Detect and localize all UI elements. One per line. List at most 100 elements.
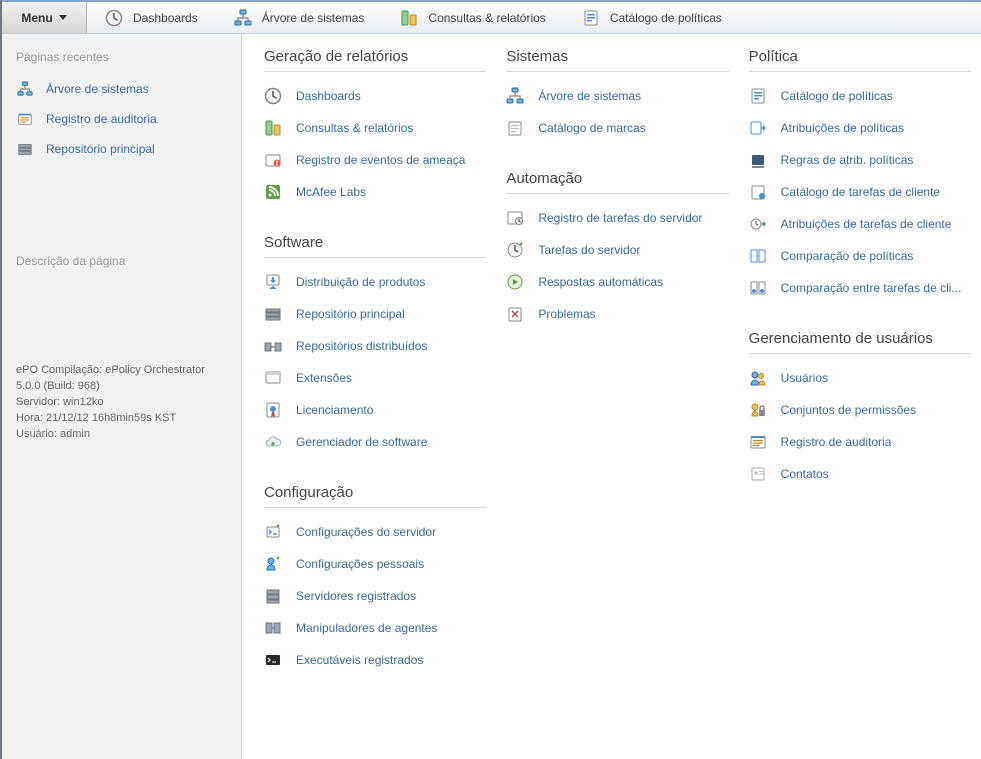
tree-icon <box>234 9 252 27</box>
menu-item-label: Consultas & relatórios <box>296 121 413 135</box>
foot-line: Servidor: win12ko <box>16 395 227 411</box>
menu-item-label: Executáveis registrados <box>296 653 423 667</box>
topbar-link[interactable]: Catálogo de políticas <box>564 2 740 33</box>
problems-icon <box>506 305 524 323</box>
menu-item-label: Atribuições de políticas <box>781 121 904 135</box>
topbar-link[interactable]: Árvore de sistemas <box>216 2 383 33</box>
repo-icon <box>264 305 282 323</box>
menu-item-label: Registro de eventos de ameaça <box>296 153 465 167</box>
menu-item[interactable]: Atribuições de políticas <box>749 112 971 144</box>
menu-item-label: Contatos <box>781 467 829 481</box>
menu-item[interactable]: Respostas automáticas <box>506 266 728 298</box>
menu-item-label: Catálogo de tarefas de cliente <box>781 185 940 199</box>
menu-item[interactable]: McAfee Labs <box>264 176 486 208</box>
taskassign-icon <box>749 215 767 233</box>
tree-icon <box>16 81 34 97</box>
menu-item[interactable]: Configurações do servidor <box>264 516 486 548</box>
recent-link[interactable]: Repositório principal <box>16 134 227 164</box>
menu-item[interactable]: Extensões <box>264 362 486 394</box>
audit-icon <box>749 433 767 451</box>
section: PolíticaCatálogo de políticasAtribuições… <box>749 48 971 304</box>
menu-item[interactable]: Licenciamento <box>264 394 486 426</box>
menu-item[interactable]: Manipuladores de agentes <box>264 612 486 644</box>
menu-item-label: Catálogo de marcas <box>538 121 645 135</box>
menu-item[interactable]: Comparação de políticas <box>749 240 971 272</box>
audit-icon <box>16 111 34 127</box>
menu-item[interactable]: Atribuições de tarefas de cliente <box>749 208 971 240</box>
menu-item[interactable]: Consultas & relatórios <box>264 112 486 144</box>
section: Software Distribuição de produtos Repositó… <box>264 234 486 458</box>
reports-icon <box>400 9 418 27</box>
policy-icon <box>582 9 600 27</box>
recent-link-label: Repositório principal <box>46 142 155 156</box>
taskcat-icon <box>749 183 767 201</box>
section: Geração de relatóriosDashboardsConsultas… <box>264 48 486 208</box>
menu-item-label: Usuários <box>781 371 828 385</box>
menu-item-label: Comparação de políticas <box>781 249 914 263</box>
menu-item-label: Manipuladores de agentes <box>296 621 437 635</box>
menu-item[interactable]: Árvore de sistemas <box>506 80 728 112</box>
topbar-links: Dashboards Árvore de sistemas Consultas & … <box>87 2 740 33</box>
section-title: Configuração <box>264 484 486 508</box>
menu-item[interactable]: Registro de tarefas do servidor <box>506 202 728 234</box>
menu-item[interactable]: Registro de eventos de ameaça <box>264 144 486 176</box>
menu-item[interactable]: Comparação entre tarefas de cli... <box>749 272 971 304</box>
users-icon <box>749 369 767 387</box>
topbar: Menu Dashboards Árvore de sistemas Consult… <box>2 0 981 34</box>
menu-item-label: McAfee Labs <box>296 185 366 199</box>
recent-heading: Páginas recentes <box>16 50 227 64</box>
foot-line: Hora: 21/12/12 16h8min59s KST <box>16 411 227 427</box>
topbar-link[interactable]: Consultas & relatórios <box>382 2 563 33</box>
menu-item[interactable]: Dashboards <box>264 80 486 112</box>
menu-item[interactable]: Repositório principal <box>264 298 486 330</box>
menu-item[interactable]: Gerenciador de software <box>264 426 486 458</box>
menu-item-label: Comparação entre tarefas de cli... <box>781 281 962 295</box>
menu-item[interactable]: Catálogo de políticas <box>749 80 971 112</box>
exec-icon <box>264 651 282 669</box>
tree-icon <box>506 87 524 105</box>
section-title: Automação <box>506 170 728 194</box>
menu-item[interactable]: Conjuntos de permissões <box>749 394 971 426</box>
menu-item-label: Conjuntos de permissões <box>781 403 916 417</box>
topbar-link[interactable]: Dashboards <box>87 2 216 33</box>
chevron-down-icon <box>59 15 67 20</box>
ext-icon <box>264 369 282 387</box>
section-title: Gerenciamento de usuários <box>749 330 971 354</box>
topbar-link-label: Árvore de sistemas <box>262 11 365 25</box>
menu-item[interactable]: Problemas <box>506 298 728 330</box>
menu-item[interactable]: Regras de atrib. políticas <box>749 144 971 176</box>
menu-item[interactable]: Tarefas do servidor <box>506 234 728 266</box>
menu-item[interactable]: Repositórios distribuídos <box>264 330 486 362</box>
menu-item-label: Árvore de sistemas <box>538 89 641 103</box>
menu-item-label: Repositório principal <box>296 307 405 321</box>
section-title: Sistemas <box>506 48 728 72</box>
menu-item-label: Gerenciador de software <box>296 435 427 449</box>
menu-item[interactable]: Configurações pessoais <box>264 548 486 580</box>
menu-item[interactable]: Executáveis registrados <box>264 644 486 676</box>
recent-link-label: Árvore de sistemas <box>46 82 149 96</box>
contacts-icon <box>749 465 767 483</box>
menu-item[interactable]: Servidores registrados <box>264 580 486 612</box>
menu-item[interactable]: Catálogo de marcas <box>506 112 728 144</box>
recent-link[interactable]: Registro de auditoria <box>16 104 227 134</box>
taskcompare-icon <box>749 279 767 297</box>
section-title: Software <box>264 234 486 258</box>
menu-item[interactable]: Catálogo de tarefas de cliente <box>749 176 971 208</box>
menu-item-label: Regras de atrib. políticas <box>781 153 914 167</box>
topbar-link-label: Consultas & relatórios <box>428 11 545 25</box>
menu-item-label: Configurações do servidor <box>296 525 436 539</box>
menu-button[interactable]: Menu <box>2 2 87 33</box>
menu-item[interactable]: Contatos <box>749 458 971 490</box>
srvcfg-icon <box>264 523 282 541</box>
section: Configuração Configurações do servidor Con… <box>264 484 486 676</box>
recent-link[interactable]: Árvore de sistemas <box>16 74 227 104</box>
repo-icon <box>16 141 34 157</box>
menu-item-label: Registro de tarefas do servidor <box>538 211 702 225</box>
perms-icon <box>749 401 767 419</box>
clock-icon <box>105 9 123 27</box>
menu-item[interactable]: Distribuição de produtos <box>264 266 486 298</box>
menu-item[interactable]: Usuários <box>749 362 971 394</box>
sidebar: Páginas recentes Árvore de sistemas Regis… <box>2 34 242 759</box>
menu-item[interactable]: Registro de auditoria <box>749 426 971 458</box>
menu-item-label: Dashboards <box>296 89 361 103</box>
